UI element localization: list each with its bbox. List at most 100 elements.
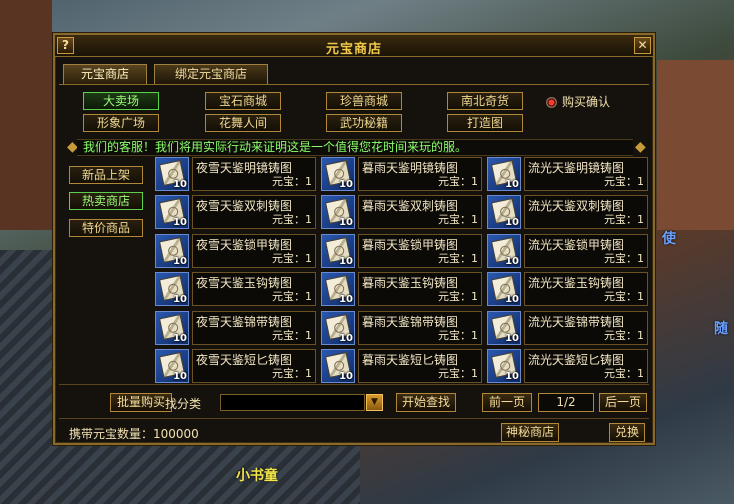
item-icon[interactable]: 10	[487, 310, 521, 345]
item-info[interactable]: 暮雨天鉴明镜铸图 元宝：1	[358, 157, 482, 191]
item-quantity: 10	[173, 255, 187, 267]
purchase-confirm-label[interactable]: 购买确认	[562, 93, 610, 110]
notice-marquee: 我们的客服！我们将用实际行动来证明这是一个值得您花时间来玩的服。	[77, 139, 633, 156]
category-forging-plans[interactable]: 打造图	[447, 114, 523, 132]
shop-item[interactable]: 10 暮雨天鉴明镜铸图 元宝：1	[321, 156, 483, 192]
item-info[interactable]: 流光天鉴锦带铸图 元宝：1	[524, 310, 648, 345]
item-info[interactable]: 暮雨天鉴短匕铸图 元宝：1	[358, 349, 482, 383]
item-info[interactable]: 夜雪天鉴短匕铸图 元宝：1	[192, 349, 316, 383]
item-icon[interactable]: 10	[155, 349, 189, 383]
item-icon[interactable]: 10	[487, 233, 521, 268]
category-big-market[interactable]: 大卖场	[83, 92, 159, 110]
shop-item[interactable]: 10 夜雪天鉴短匕铸图 元宝：1	[155, 348, 317, 384]
title-bar[interactable]: ? 元宝商店 ✕	[55, 35, 653, 57]
category-fashion-plaza[interactable]: 形象广场	[83, 114, 159, 132]
item-quantity: 10	[173, 217, 187, 229]
item-quantity: 10	[505, 332, 519, 344]
item-icon[interactable]: 10	[155, 310, 189, 345]
tab-ingot-shop[interactable]: 元宝商店	[63, 64, 147, 84]
shop-item[interactable]: 10 暮雨天鉴短匕铸图 元宝：1	[321, 348, 483, 384]
category-pet-mall[interactable]: 珍兽商城	[326, 92, 402, 110]
ingot-balance: 携带元宝数量：100000	[69, 427, 199, 441]
item-info[interactable]: 暮雨天鉴玉钩铸图 元宝：1	[358, 272, 482, 307]
item-icon[interactable]: 10	[321, 157, 355, 191]
item-info[interactable]: 流光天鉴双刺铸图 元宝：1	[524, 195, 648, 230]
next-page-button[interactable]: 后一页	[599, 393, 647, 412]
item-info[interactable]: 暮雨天鉴双刺铸图 元宝：1	[358, 195, 482, 230]
background-building-right	[657, 60, 734, 230]
shop-item[interactable]: 10 暮雨天鉴锁甲铸图 元宝：1	[321, 233, 483, 269]
shop-item[interactable]: 10 暮雨天鉴双刺铸图 元宝：1	[321, 194, 483, 230]
side-hot-sellers[interactable]: 热卖商店	[69, 192, 143, 210]
item-icon[interactable]: 10	[155, 195, 189, 230]
npc-name-label[interactable]: 小书童	[236, 465, 278, 485]
chevron-down-icon[interactable]: ▼	[366, 394, 383, 411]
item-icon[interactable]: 10	[155, 233, 189, 268]
item-icon[interactable]: 10	[487, 157, 521, 191]
category-flower-dance[interactable]: 花舞人间	[205, 114, 281, 132]
item-price: 元宝：1	[272, 251, 312, 265]
bulk-buy-button[interactable]: 批量购买	[110, 393, 172, 412]
shop-item[interactable]: 10 流光天鉴玉钩铸图 元宝：1	[487, 271, 649, 307]
item-info[interactable]: 夜雪天鉴双刺铸图 元宝：1	[192, 195, 316, 230]
item-icon[interactable]: 10	[155, 157, 189, 191]
item-info[interactable]: 流光天鉴玉钩铸图 元宝：1	[524, 272, 648, 307]
item-price: 元宝：1	[604, 213, 644, 227]
item-info[interactable]: 流光天鉴明镜铸图 元宝：1	[524, 157, 648, 191]
shop-item[interactable]: 10 夜雪天鉴锦带铸图 元宝：1	[155, 310, 317, 346]
category-martial-manuals[interactable]: 武功秘籍	[326, 114, 402, 132]
search-input[interactable]	[220, 394, 365, 411]
shop-item[interactable]: 10 流光天鉴双刺铸图 元宝：1	[487, 194, 649, 230]
category-gem-mall[interactable]: 宝石商城	[205, 92, 281, 110]
item-icon[interactable]: 10	[321, 233, 355, 268]
start-search-button[interactable]: 开始查找	[396, 393, 456, 412]
item-price: 元宝：1	[272, 175, 312, 188]
shop-item[interactable]: 10 夜雪天鉴玉钩铸图 元宝：1	[155, 271, 317, 307]
shop-item[interactable]: 10 流光天鉴明镜铸图 元宝：1	[487, 156, 649, 192]
purchase-confirm-radio[interactable]	[546, 97, 557, 108]
footer-divider	[59, 418, 649, 419]
side-new-arrivals[interactable]: 新品上架	[69, 166, 143, 184]
item-icon[interactable]: 10	[155, 272, 189, 307]
item-icon[interactable]: 10	[321, 195, 355, 230]
item-info[interactable]: 暮雨天鉴锁甲铸图 元宝：1	[358, 233, 482, 268]
item-price: 元宝：1	[604, 175, 644, 188]
prev-page-button[interactable]: 前一页	[482, 393, 532, 412]
shop-item[interactable]: 10 夜雪天鉴明镜铸图 元宝：1	[155, 156, 317, 192]
close-button[interactable]: ✕	[634, 37, 651, 54]
shop-item[interactable]: 10 流光天鉴锁甲铸图 元宝：1	[487, 233, 649, 269]
item-grid: 10 夜雪天鉴明镜铸图 元宝：1 10 暮雨天鉴明镜铸图 元宝：1 10 流光天鉴明镜铸图 元宝…	[155, 156, 653, 384]
item-icon[interactable]: 10	[487, 349, 521, 383]
item-info[interactable]: 流光天鉴短匕铸图 元宝：1	[524, 349, 648, 383]
tab-bound-ingot-shop[interactable]: 绑定元宝商店	[154, 64, 268, 84]
side-specials[interactable]: 特价商品	[69, 219, 143, 237]
item-price: 元宝：1	[604, 367, 644, 380]
mystery-shop-button[interactable]: 神秘商店	[501, 423, 559, 442]
item-price: 元宝：1	[438, 290, 478, 304]
item-info[interactable]: 夜雪天鉴锦带铸图 元宝：1	[192, 310, 316, 345]
item-icon[interactable]: 10	[487, 195, 521, 230]
background-building-left	[0, 0, 52, 230]
exchange-button[interactable]: 兑换	[609, 423, 645, 442]
item-info[interactable]: 流光天鉴锁甲铸图 元宝：1	[524, 233, 648, 268]
item-info[interactable]: 夜雪天鉴玉钩铸图 元宝：1	[192, 272, 316, 307]
shop-item[interactable]: 10 流光天鉴短匕铸图 元宝：1	[487, 348, 649, 384]
shop-item[interactable]: 10 暮雨天鉴玉钩铸图 元宝：1	[321, 271, 483, 307]
item-icon[interactable]: 10	[487, 272, 521, 307]
item-info[interactable]: 暮雨天鉴锦带铸图 元宝：1	[358, 310, 482, 345]
item-info[interactable]: 夜雪天鉴锁甲铸图 元宝：1	[192, 233, 316, 268]
shop-item[interactable]: 10 流光天鉴锦带铸图 元宝：1	[487, 310, 649, 346]
item-icon[interactable]: 10	[321, 272, 355, 307]
item-icon[interactable]: 10	[321, 349, 355, 383]
shop-item[interactable]: 10 暮雨天鉴锦带铸图 元宝：1	[321, 310, 483, 346]
item-price: 元宝：1	[604, 290, 644, 304]
tab-divider	[59, 84, 649, 85]
item-quantity: 10	[505, 294, 519, 306]
shop-item[interactable]: 10 夜雪天鉴双刺铸图 元宝：1	[155, 194, 317, 230]
item-info[interactable]: 夜雪天鉴明镜铸图 元宝：1	[192, 157, 316, 191]
item-icon[interactable]: 10	[321, 310, 355, 345]
bottom-divider	[59, 384, 649, 385]
category-exotic-goods[interactable]: 南北奇货	[447, 92, 523, 110]
item-quantity: 10	[339, 217, 353, 229]
shop-item[interactable]: 10 夜雪天鉴锁甲铸图 元宝：1	[155, 233, 317, 269]
